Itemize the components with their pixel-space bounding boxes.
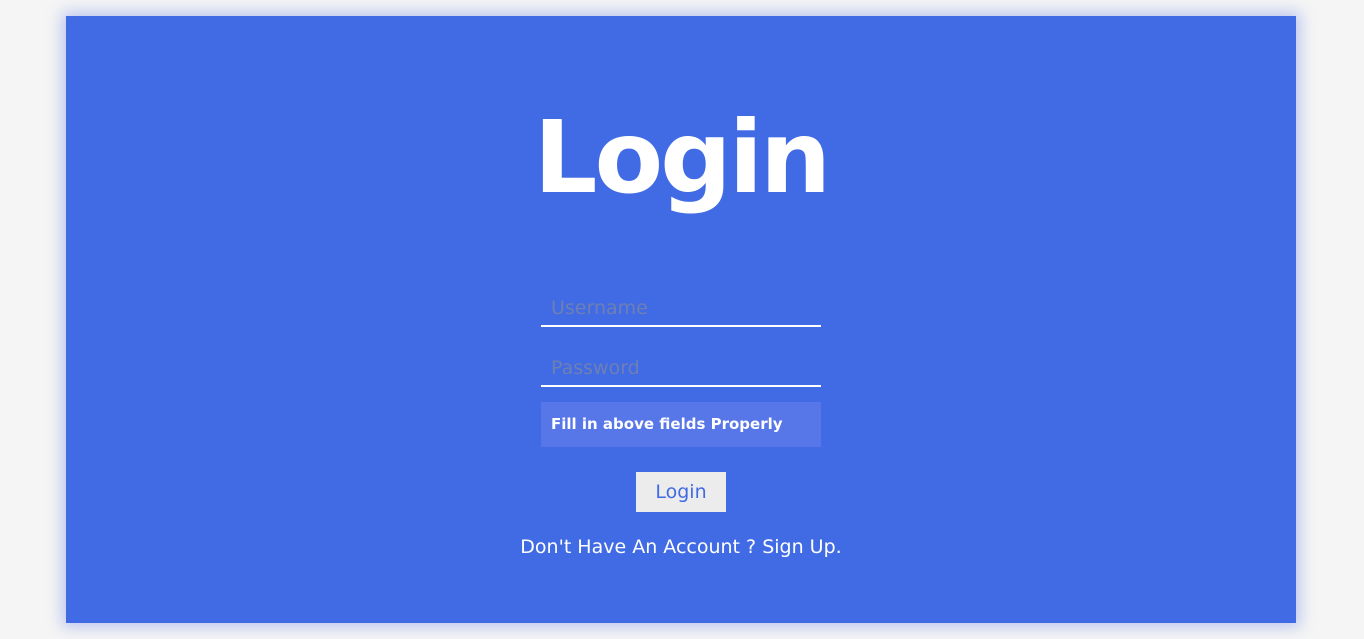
signup-prompt-row: Don't Have An Account ? Sign Up. — [66, 534, 1296, 560]
validation-alert: Fill in above fields Properly — [541, 402, 821, 447]
page-title: Login — [533, 99, 831, 216]
login-card: Login Fill in above fields Properly Logi… — [66, 16, 1296, 623]
password-input[interactable] — [541, 351, 821, 387]
signup-link[interactable]: Sign Up. — [762, 536, 842, 558]
username-input[interactable] — [541, 291, 821, 327]
signup-prompt-text: Don't Have An Account ? — [520, 536, 757, 558]
login-button[interactable]: Login — [636, 472, 726, 512]
